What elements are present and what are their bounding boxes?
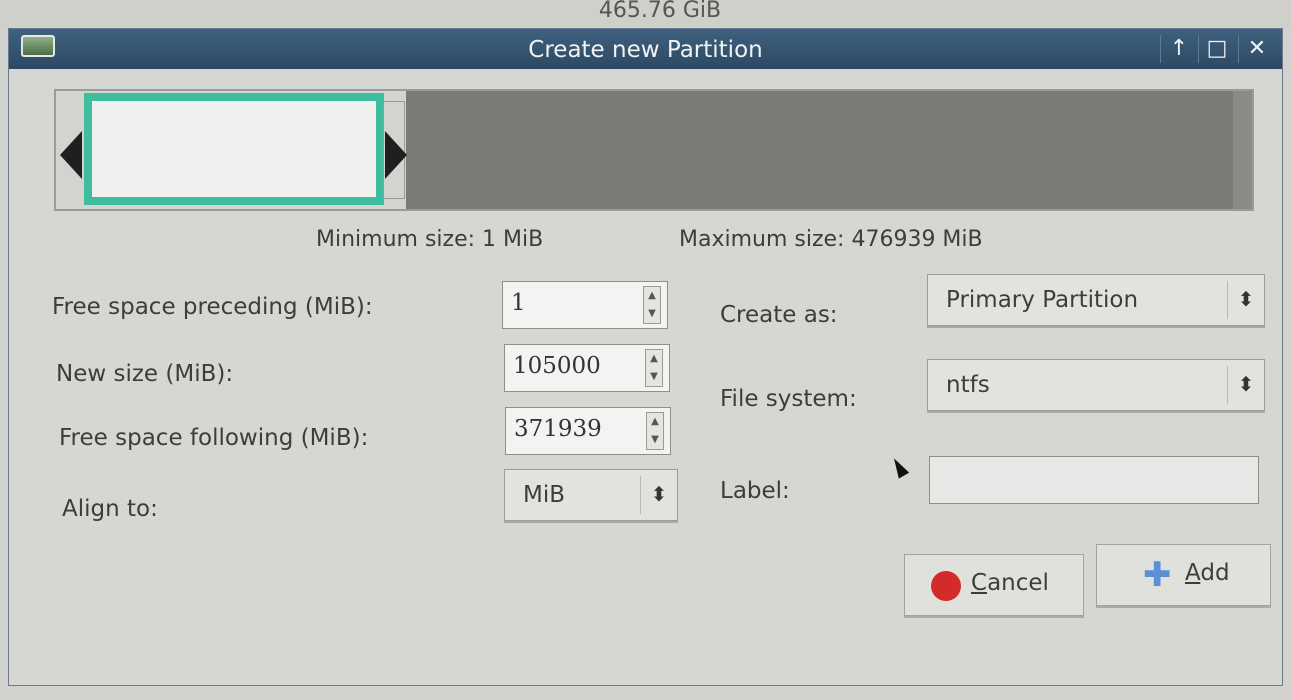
cancel-label: Cancel	[971, 570, 1049, 596]
align-to-dropdown[interactable]: MiB ⬍	[504, 469, 678, 521]
disk-size-text: 465.76 GiB	[598, 0, 722, 23]
align-to-label: Align to:	[62, 496, 158, 522]
up-arrow-icon[interactable]: ↑	[1160, 35, 1197, 63]
spin-down-icon[interactable]: ▼	[647, 431, 663, 449]
new-partition-block[interactable]	[84, 93, 384, 205]
free-following-spinbox[interactable]: 371939 ▲ ▼	[505, 407, 671, 455]
spin-up-icon[interactable]: ▲	[644, 287, 660, 305]
resize-right-handle-icon[interactable]	[385, 131, 407, 179]
mouse-cursor-icon	[888, 455, 910, 479]
free-preceding-label: Free space preceding (MiB):	[52, 294, 373, 320]
spin-buttons[interactable]: ▲ ▼	[645, 349, 663, 387]
new-size-spinbox[interactable]: 105000 ▲ ▼	[504, 344, 670, 392]
maximize-icon[interactable]: □	[1198, 35, 1235, 63]
file-system-label: File system:	[720, 386, 857, 412]
cancel-button[interactable]: Cancel	[904, 554, 1084, 616]
align-to-value: MiB	[523, 482, 566, 508]
add-icon: ✚	[1143, 555, 1172, 595]
file-system-dropdown[interactable]: ntfs ⬍	[927, 359, 1265, 411]
maximum-size-text: Maximum size: 476939 MiB	[679, 227, 983, 252]
spin-up-icon[interactable]: ▲	[647, 413, 663, 431]
minimum-size-text: Minimum size: 1 MiB	[316, 227, 544, 252]
dialog-title: Create new Partition	[528, 37, 763, 63]
create-as-dropdown[interactable]: Primary Partition ⬍	[927, 274, 1265, 326]
label-input[interactable]	[929, 456, 1259, 504]
create-as-label: Create as:	[720, 302, 838, 328]
updown-arrow-icon: ⬍	[1227, 366, 1264, 404]
resize-left-handle-icon[interactable]	[60, 131, 82, 179]
create-partition-dialog: Create new Partition ↑ □ ✕ Minimum size:…	[8, 28, 1283, 686]
file-system-value: ntfs	[946, 372, 990, 398]
partition-map[interactable]	[54, 89, 1254, 211]
title-bar[interactable]: Create new Partition ↑ □ ✕	[9, 29, 1282, 69]
new-size-label: New size (MiB):	[56, 361, 234, 387]
create-as-value: Primary Partition	[946, 287, 1139, 313]
label-field-label: Label:	[720, 478, 790, 504]
spin-buttons[interactable]: ▲ ▼	[646, 412, 664, 450]
free-preceding-value[interactable]: 1	[511, 290, 526, 316]
spin-buttons[interactable]: ▲ ▼	[643, 286, 661, 324]
add-label: Add	[1185, 560, 1230, 586]
free-following-label: Free space following (MiB):	[59, 425, 369, 451]
spin-down-icon[interactable]: ▼	[644, 305, 660, 323]
unallocated-edge	[1233, 91, 1252, 209]
add-button[interactable]: ✚ Add	[1096, 544, 1271, 606]
updown-arrow-icon: ⬍	[640, 476, 677, 514]
free-following-value[interactable]: 371939	[514, 416, 602, 442]
new-size-value[interactable]: 105000	[513, 353, 601, 379]
spin-up-icon[interactable]: ▲	[646, 350, 662, 368]
close-icon[interactable]: ✕	[1238, 35, 1275, 63]
spin-down-icon[interactable]: ▼	[646, 368, 662, 386]
updown-arrow-icon: ⬍	[1227, 281, 1264, 319]
free-preceding-spinbox[interactable]: 1 ▲ ▼	[502, 281, 668, 329]
cancel-icon	[931, 571, 961, 601]
